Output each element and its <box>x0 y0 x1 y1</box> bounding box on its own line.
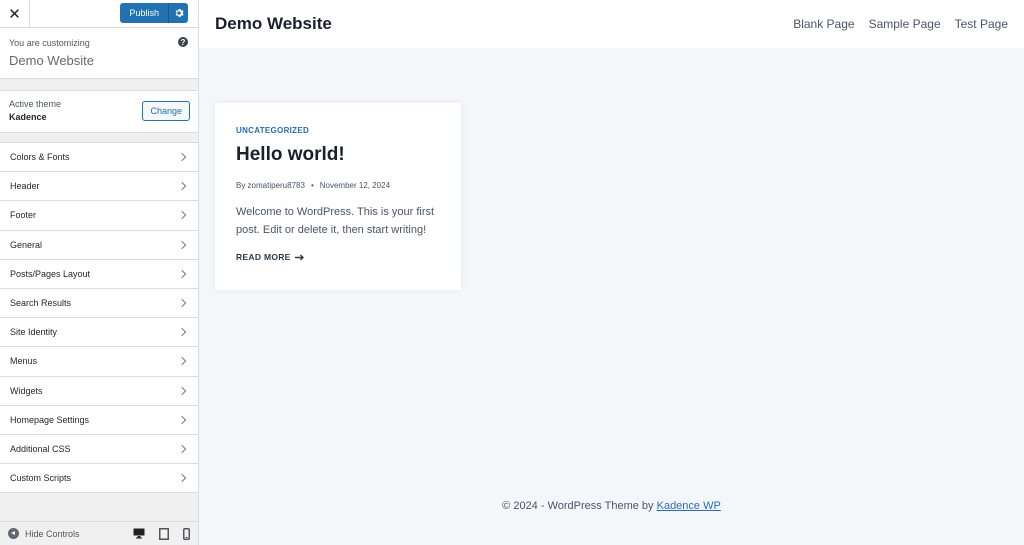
section-label: Custom Scripts <box>10 473 72 484</box>
section-posts-pages-layout[interactable]: Posts/Pages Layout <box>0 260 198 289</box>
chevron-right-icon <box>177 152 187 162</box>
chevron-right-icon <box>177 444 187 454</box>
customizer-topbar: ✕ Publish <box>0 0 198 28</box>
site-nav: Blank Page Sample Page Test Page <box>793 17 1008 31</box>
hide-controls-button[interactable]: Hide Controls <box>8 528 80 539</box>
section-label: Widgets <box>10 385 43 396</box>
customizer-sections: Colors & Fonts Header Footer General Pos… <box>0 142 198 494</box>
customizing-site-name: Demo Website <box>9 53 95 68</box>
chevron-right-icon <box>177 415 187 425</box>
hide-controls-label: Hide Controls <box>25 528 80 539</box>
desktop-icon <box>133 528 145 539</box>
section-site-identity[interactable]: Site Identity <box>0 318 198 348</box>
section-label: Site Identity <box>10 327 58 338</box>
section-label: Menus <box>10 356 38 367</box>
customizer-footer: Hide Controls <box>0 521 198 545</box>
site-preview: Demo Website Blank Page Sample Page Test… <box>199 0 1024 545</box>
read-more-link[interactable]: READ MORE <box>236 252 440 262</box>
site-header: Demo Website Blank Page Sample Page Test… <box>199 0 1024 48</box>
section-homepage-settings[interactable]: Homepage Settings <box>0 406 198 435</box>
post-meta: By zomatiperu8783 • November 12, 2024 <box>236 181 440 190</box>
section-label: General <box>10 239 43 250</box>
post-excerpt: Welcome to WordPress. This is your first… <box>236 206 435 236</box>
section-header[interactable]: Header <box>0 172 198 202</box>
publish-settings-button[interactable] <box>168 3 188 23</box>
post-author[interactable]: By zomatiperu8783 <box>236 181 305 190</box>
chevron-right-icon <box>177 211 187 220</box>
post-title[interactable]: Hello world! <box>236 144 440 166</box>
section-search-results[interactable]: Search Results <box>0 289 198 319</box>
nav-sample-page[interactable]: Sample Page <box>869 17 941 31</box>
site-title[interactable]: Demo Website <box>215 14 332 34</box>
section-custom-scripts[interactable]: Custom Scripts <box>0 464 198 494</box>
section-footer[interactable]: Footer <box>0 201 198 231</box>
chevron-right-icon <box>177 473 187 483</box>
active-theme-box: Active theme Kadence Change <box>0 90 198 133</box>
chevron-right-icon <box>177 386 187 395</box>
mobile-preview-button[interactable] <box>183 527 190 540</box>
section-menus[interactable]: Menus <box>0 347 198 377</box>
help-icon[interactable]: ? <box>178 37 188 47</box>
chevron-right-icon <box>177 327 187 337</box>
change-theme-button[interactable]: Change <box>142 101 190 121</box>
arrow-right-icon <box>294 254 304 260</box>
device-preview-group <box>133 527 190 540</box>
chevron-right-icon <box>177 269 187 279</box>
customizing-label: You are customizing <box>9 38 90 48</box>
post-card: UNCATEGORIZED Hello world! By zomatiperu… <box>215 103 461 290</box>
section-label: Colors & Fonts <box>10 152 70 163</box>
section-label: Homepage Settings <box>10 414 90 425</box>
gear-icon <box>175 9 184 17</box>
nav-test-page[interactable]: Test Page <box>955 17 1008 31</box>
site-footer: © 2024 - WordPress Theme by Kadence WP <box>199 500 1024 512</box>
section-label: Footer <box>10 210 37 221</box>
close-icon: ✕ <box>8 5 21 23</box>
section-widgets[interactable]: Widgets <box>0 377 198 406</box>
customizer-sidebar: ✕ Publish You are customizing Demo Websi… <box>0 0 199 545</box>
footer-text: © 2024 - WordPress Theme by <box>502 500 657 512</box>
chevron-right-icon <box>177 298 187 308</box>
section-general[interactable]: General <box>0 231 198 260</box>
publish-group: Publish <box>120 3 188 23</box>
section-label: Search Results <box>10 298 72 309</box>
close-customizer-button[interactable]: ✕ <box>0 0 30 27</box>
post-date: November 12, 2024 <box>319 181 391 190</box>
meta-separator: • <box>310 181 314 190</box>
section-label: Additional CSS <box>10 443 71 454</box>
section-colors-fonts[interactable]: Colors & Fonts <box>0 143 198 173</box>
customizing-info: You are customizing Demo Website ? <box>0 28 198 79</box>
section-label: Posts/Pages Layout <box>10 268 91 279</box>
chevron-right-icon <box>177 182 187 191</box>
chevron-right-icon <box>177 357 187 366</box>
section-label: Header <box>10 181 40 192</box>
desktop-preview-button[interactable] <box>133 528 145 539</box>
collapse-arrow-icon <box>8 528 19 539</box>
post-category[interactable]: UNCATEGORIZED <box>236 126 440 135</box>
chevron-right-icon <box>177 240 187 249</box>
section-additional-css[interactable]: Additional CSS <box>0 435 198 465</box>
publish-button[interactable]: Publish <box>120 3 168 23</box>
tablet-icon <box>159 527 169 540</box>
read-more-label: READ MORE <box>236 252 291 262</box>
nav-blank-page[interactable]: Blank Page <box>793 17 854 31</box>
footer-theme-link[interactable]: Kadence WP <box>657 500 721 512</box>
tablet-preview-button[interactable] <box>159 527 169 540</box>
mobile-icon <box>183 527 190 540</box>
